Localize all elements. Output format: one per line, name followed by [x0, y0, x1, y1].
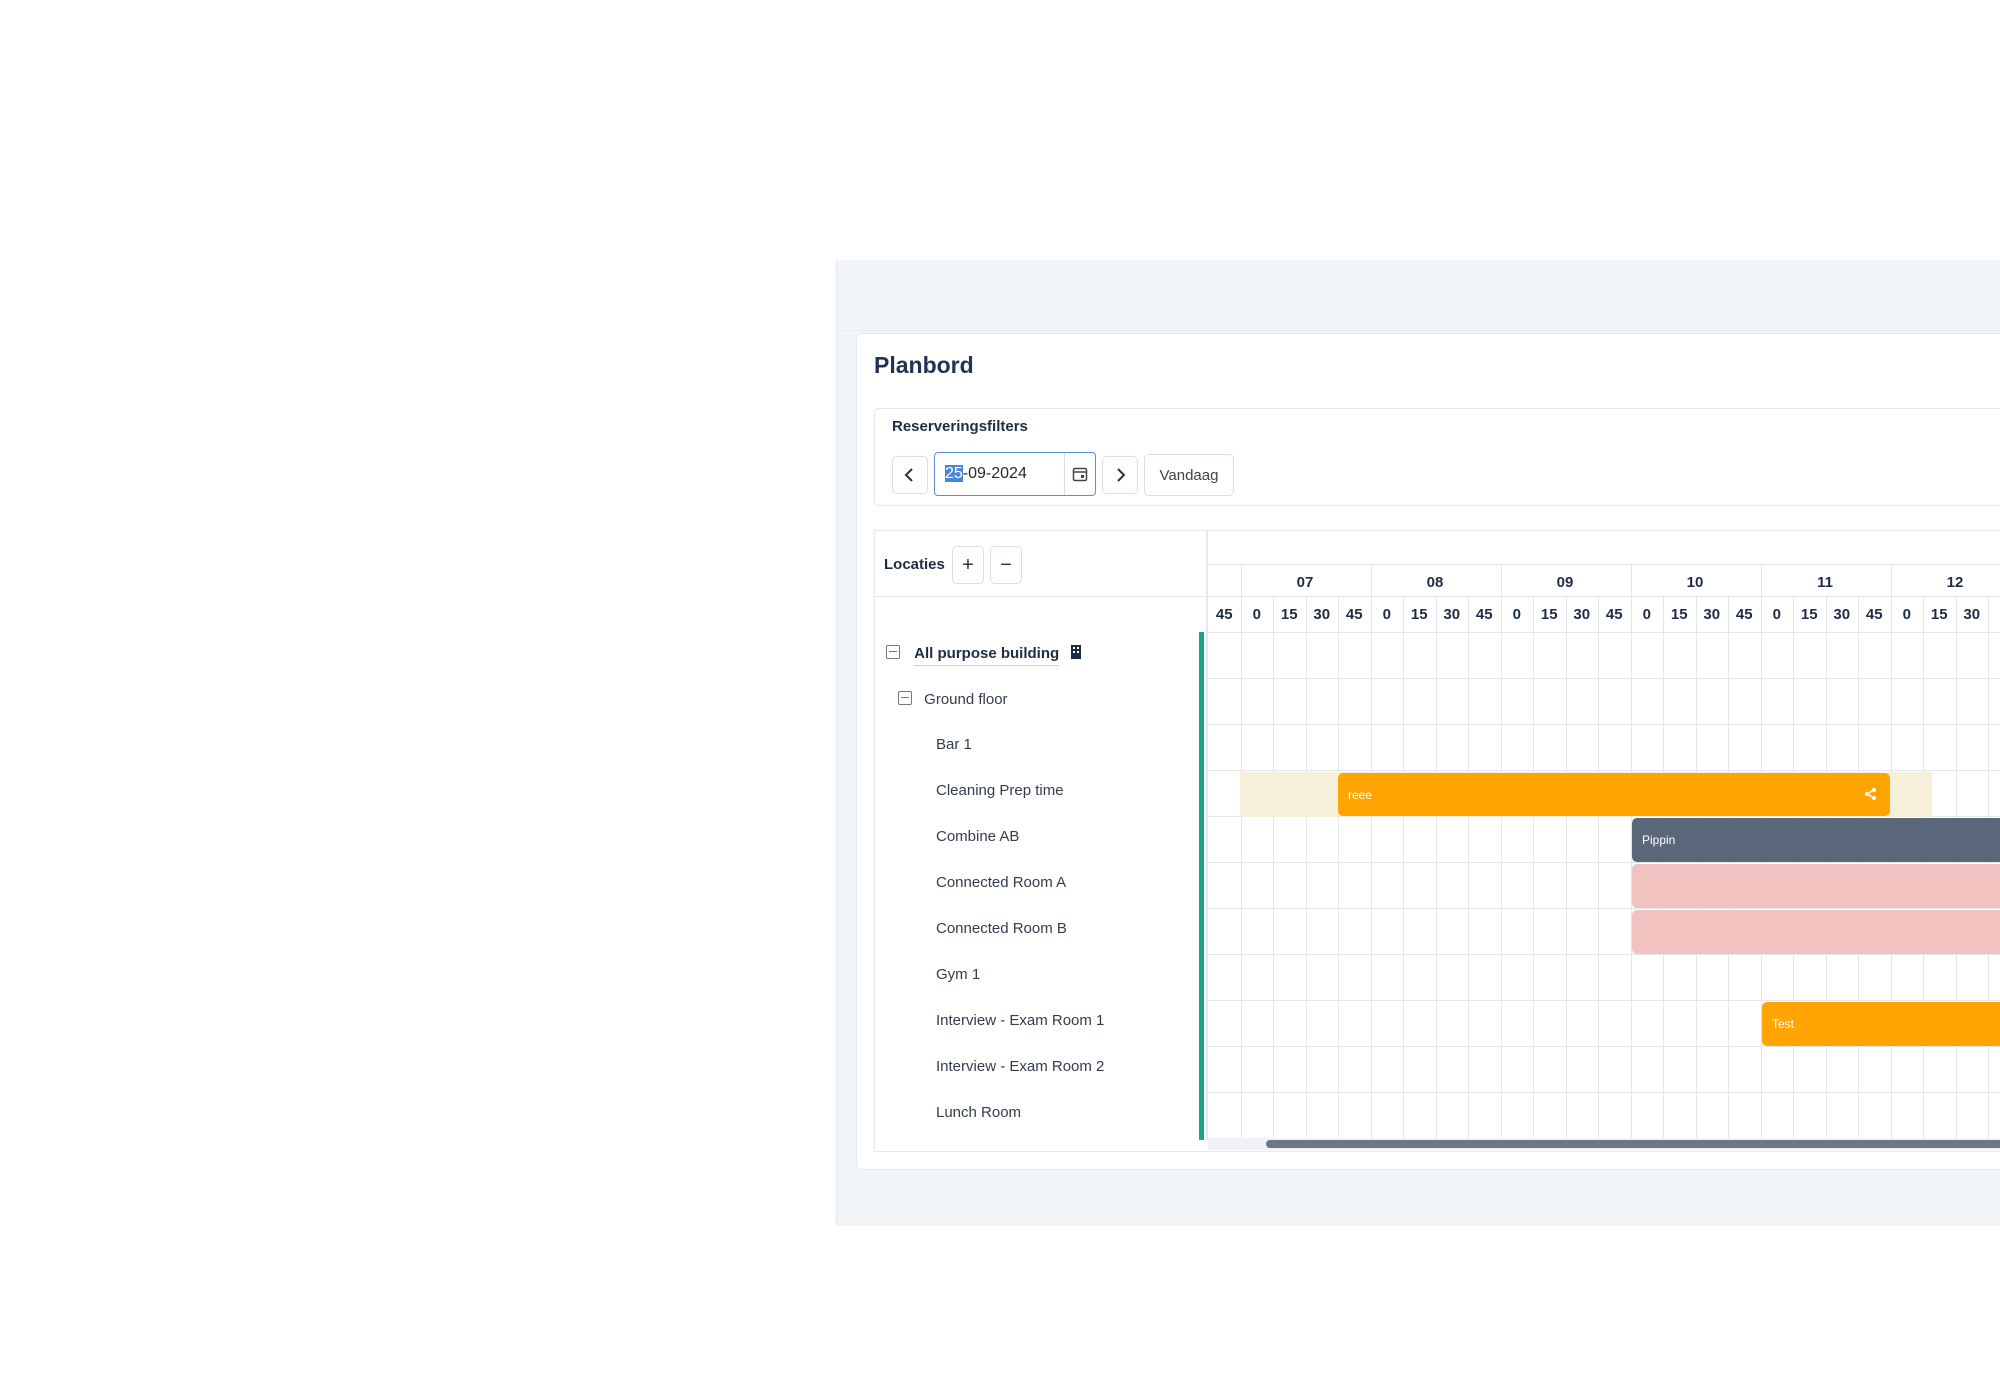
row-line [1208, 862, 2000, 863]
collapse-toggle-icon[interactable] [898, 691, 912, 705]
selection-accent [1199, 632, 1204, 1140]
hour-label: 08 [1426, 574, 1444, 591]
quarter-label: 0 [1772, 606, 1781, 623]
grid-line [1370, 564, 1372, 1142]
filters-label: Reserveringsfilters [892, 418, 1028, 435]
event-reee[interactable]: reee [1338, 773, 1890, 816]
event-connected-room-b[interactable] [1632, 910, 2000, 954]
top-bar [837, 260, 2000, 331]
locations-title: Locaties [884, 556, 945, 573]
calendar-icon[interactable] [1064, 453, 1095, 495]
collapse-all-button[interactable]: − [990, 546, 1022, 584]
quarter-label: 15 [1410, 606, 1428, 623]
collapse-toggle-icon[interactable] [886, 645, 900, 659]
quarter-label: 45 [1865, 606, 1883, 623]
room-row[interactable]: Combine AB [936, 828, 1019, 845]
row-line [1208, 724, 2000, 725]
event-pippin[interactable]: Pippin [1632, 818, 2000, 862]
date-input[interactable]: 25-09-2024 [934, 452, 1096, 496]
chevron-right-icon [1117, 468, 1126, 482]
quarter-label: 30 [1573, 606, 1591, 623]
quarter-label: 0 [1252, 606, 1261, 623]
room-row[interactable]: Lunch Room [936, 1104, 1021, 1121]
quarter-label: 15 [1930, 606, 1948, 623]
row-line [1208, 678, 2000, 679]
tree-item-floor[interactable]: Ground floor [898, 690, 1008, 708]
event-test[interactable]: Test [1762, 1002, 2000, 1046]
date-selected-part: 25 [945, 465, 963, 482]
quarter-label: 15 [1800, 606, 1818, 623]
horizontal-scrollbar[interactable] [1266, 1140, 2000, 1148]
next-day-button[interactable] [1102, 456, 1138, 494]
quarter-label: 15 [1540, 606, 1558, 623]
row-line [1208, 908, 2000, 909]
quarter-label: 30 [1703, 606, 1721, 623]
row-line [1208, 954, 2000, 955]
room-row[interactable]: Bar 1 [936, 736, 972, 753]
building-icon [1071, 645, 1082, 659]
room-row[interactable]: Interview - Exam Room 1 [936, 1012, 1104, 1029]
quarter-label: 45 [1215, 606, 1233, 623]
quarter-label: 30 [1963, 606, 1981, 623]
room-row[interactable]: Connected Room B [936, 920, 1067, 937]
room-row[interactable]: Interview - Exam Room 2 [936, 1058, 1104, 1075]
date-rest: -09-2024 [962, 465, 1027, 482]
quarter-label: 30 [1313, 606, 1331, 623]
timeline-grid: 07 08 09 10 11 12 45 0 15 30 45 0 15 30 45 0 15 30 4… [1208, 530, 2000, 1142]
quarter-label: 45 [1475, 606, 1493, 623]
quarter-label: 45 [1605, 606, 1623, 623]
room-row[interactable]: Connected Room A [936, 874, 1066, 891]
quarter-label: 0 [1382, 606, 1391, 623]
quarter-label: 15 [1670, 606, 1688, 623]
room-row[interactable]: Gym 1 [936, 966, 980, 983]
row-line [1208, 1000, 2000, 1001]
page-title: Planbord [874, 352, 974, 378]
hour-label: 12 [1946, 574, 1964, 591]
quarter-label: 30 [1833, 606, 1851, 623]
tree-item-building[interactable]: All purpose building [886, 644, 1083, 666]
quarter-label: 15 [1280, 606, 1298, 623]
event-connected-room-a[interactable] [1632, 864, 2000, 908]
prev-day-button[interactable] [892, 456, 928, 494]
room-row[interactable]: Cleaning Prep time [936, 782, 1064, 799]
chevron-left-icon [904, 468, 913, 482]
quarter-label: 0 [1902, 606, 1911, 623]
hour-label: 09 [1556, 574, 1574, 591]
quarter-label: 0 [1642, 606, 1651, 623]
hour-label: 10 [1686, 574, 1704, 591]
hour-label: 11 [1817, 574, 1833, 591]
quarter-label: 45 [1345, 606, 1363, 623]
share-icon[interactable] [1864, 787, 1878, 801]
quarter-label: 0 [1512, 606, 1521, 623]
floor-label: Ground floor [924, 691, 1008, 708]
quarter-label: 30 [1443, 606, 1461, 623]
row-line [1208, 1092, 2000, 1093]
expand-all-button[interactable]: + [952, 546, 984, 584]
quarter-label: 45 [1735, 606, 1753, 623]
today-button[interactable]: Vandaag [1144, 454, 1234, 496]
building-label: All purpose building [914, 645, 1060, 666]
grid-line [1240, 564, 1242, 1142]
row-line [1208, 770, 2000, 771]
hour-label: 07 [1296, 574, 1314, 591]
grid-line [1500, 564, 1502, 1142]
row-line [1208, 1046, 2000, 1047]
